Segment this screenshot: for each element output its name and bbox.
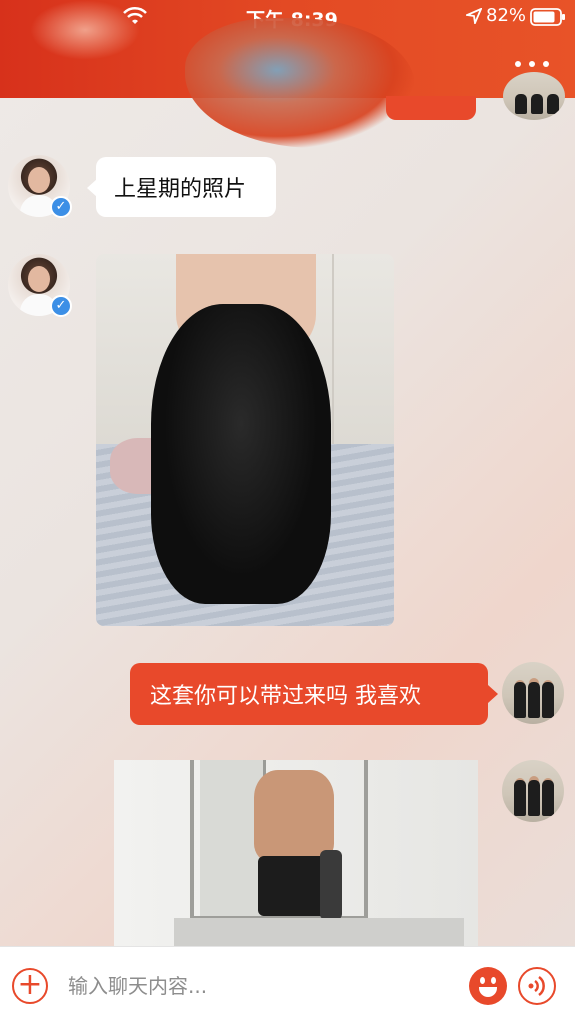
plus-icon[interactable]: +	[12, 968, 48, 1004]
emoji-icon[interactable]	[469, 967, 507, 1005]
voice-icon[interactable]	[518, 967, 556, 1005]
message-text: 这套你可以带过来吗 我喜欢	[150, 684, 421, 709]
location-arrow-icon	[466, 8, 482, 24]
verified-badge-icon: ✓	[50, 295, 72, 317]
incoming-message-bubble[interactable]: 上星期的照片	[87, 157, 276, 217]
my-avatar[interactable]	[503, 72, 565, 120]
more-dot-icon	[529, 61, 535, 67]
my-avatar[interactable]	[502, 760, 564, 822]
message-bubble-partial	[386, 96, 476, 120]
battery-percent: 82%	[486, 5, 527, 26]
more-dot-icon	[543, 61, 549, 67]
sound-wave-icon	[528, 975, 545, 997]
more-dot-icon	[515, 61, 521, 67]
redaction-scribble	[30, 0, 140, 60]
outgoing-message-bubble[interactable]: 这套你可以带过来吗 我喜欢	[130, 663, 498, 725]
message-text: 上星期的照片	[114, 177, 247, 202]
my-avatar[interactable]	[502, 662, 564, 724]
chat-input[interactable]	[68, 969, 448, 1003]
redaction-scribble	[185, 18, 415, 148]
battery-icon	[530, 8, 565, 26]
incoming-photo-message[interactable]	[96, 254, 394, 626]
verified-badge-icon: ✓	[50, 196, 72, 218]
outgoing-photo-message[interactable]	[114, 760, 478, 946]
chat-input-bar: +	[0, 946, 575, 1024]
